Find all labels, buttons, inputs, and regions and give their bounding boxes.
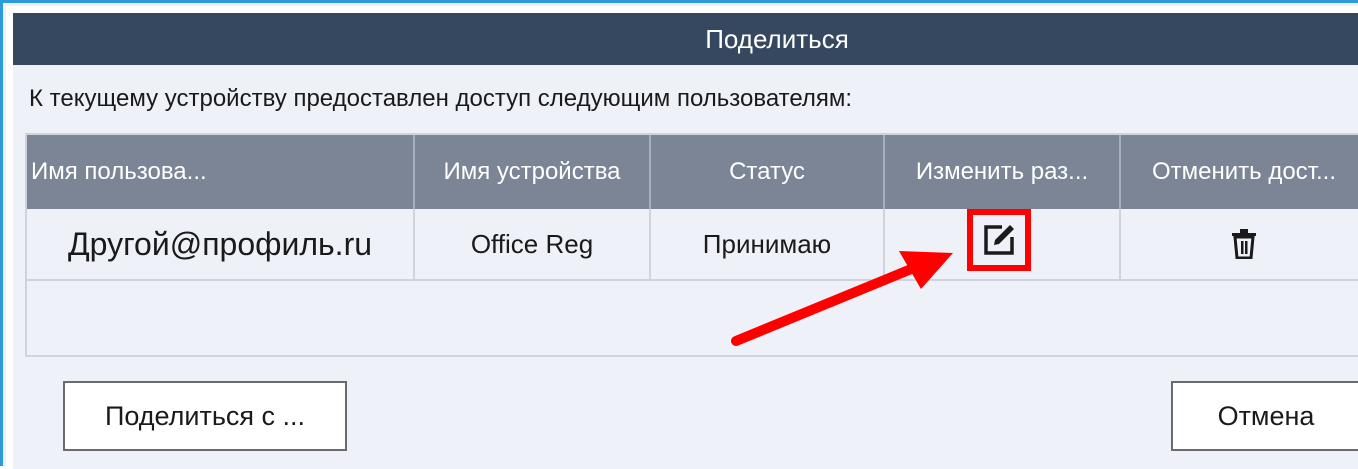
column-header-edit-permissions[interactable]: Изменить раз... bbox=[885, 135, 1121, 209]
dialog-frame-left bbox=[6, 6, 13, 469]
column-header-user[interactable]: Имя пользова... bbox=[27, 135, 415, 209]
share-with-button[interactable]: Поделиться с ... bbox=[63, 381, 347, 451]
cell-revoke bbox=[1121, 209, 1358, 279]
cell-device: Office Reg bbox=[415, 209, 651, 279]
trash-icon[interactable] bbox=[1231, 229, 1257, 259]
dialog-frame-top bbox=[6, 6, 1358, 13]
column-header-status[interactable]: Статус bbox=[651, 135, 885, 209]
edit-permissions-button[interactable] bbox=[967, 209, 1031, 271]
edit-icon bbox=[982, 223, 1016, 257]
dialog-title-bar: Поделиться bbox=[13, 13, 1358, 65]
column-header-device[interactable]: Имя устройства bbox=[415, 135, 651, 209]
cell-status: Принимаю bbox=[651, 209, 885, 279]
intro-text: К текущему устройству предоставлен досту… bbox=[29, 85, 853, 112]
cancel-button[interactable]: Отмена bbox=[1171, 381, 1358, 451]
table-row[interactable]: Другой@профиль.ru Office Reg Принимаю bbox=[27, 209, 1358, 281]
dialog-title: Поделиться bbox=[705, 23, 849, 54]
column-header-edit-label: Изменить раз... bbox=[915, 158, 1089, 185]
column-header-revoke-access[interactable]: Отменить дост... bbox=[1121, 135, 1358, 209]
share-dialog: Поделиться К текущему устройству предост… bbox=[0, 0, 1358, 469]
table-header: Имя пользова... Имя устройства Статус Из… bbox=[27, 135, 1358, 209]
shared-users-table: Имя пользова... Имя устройства Статус Из… bbox=[25, 133, 1358, 357]
column-header-status-label: Статус bbox=[729, 158, 805, 185]
column-header-device-label: Имя устройства bbox=[443, 158, 621, 185]
cell-user: Другой@профиль.ru bbox=[27, 209, 415, 279]
column-header-user-label: Имя пользова... bbox=[31, 158, 207, 185]
column-header-revoke-label: Отменить дост... bbox=[1151, 158, 1337, 185]
